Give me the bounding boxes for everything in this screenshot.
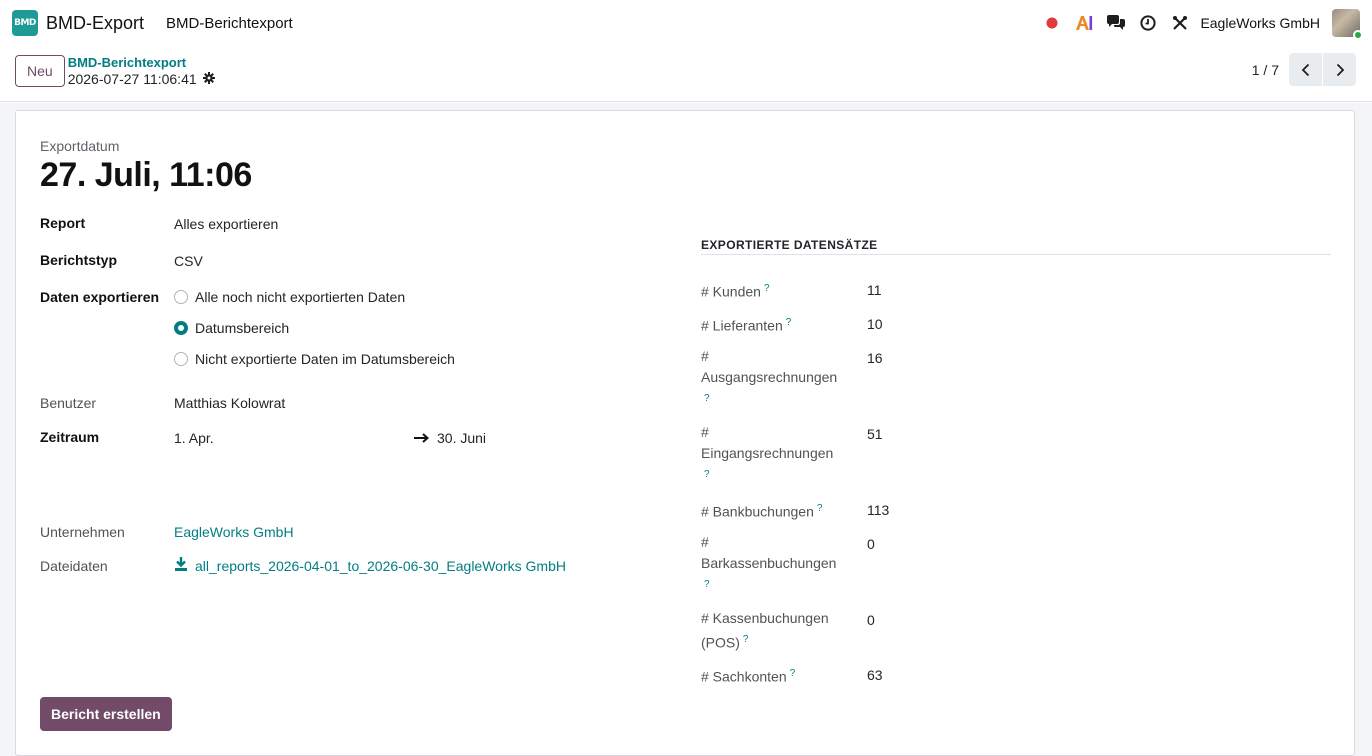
stat-value-ledger-accounts: 63: [867, 667, 883, 683]
ai-icon[interactable]: [1068, 7, 1100, 39]
clock-icon[interactable]: [1132, 7, 1164, 39]
user-label: Benutzer: [40, 395, 97, 411]
help-icon[interactable]: ?: [764, 283, 770, 294]
help-icon[interactable]: ?: [743, 634, 749, 645]
radio-option-label: Alle noch nicht exportierten Daten: [195, 289, 406, 305]
period-to-field[interactable]: 30. Juni: [437, 430, 486, 446]
stat-value-cash-entries: 0: [867, 536, 875, 552]
radio-button[interactable]: [174, 290, 188, 304]
help-icon[interactable]: ?: [790, 668, 796, 679]
radio-option-label: Nicht exportierte Daten im Datumsbereich: [195, 351, 455, 367]
chevron-left-icon: [1301, 63, 1309, 76]
stat-label-pos-entries: # Kassenbuchungen (POS)?: [701, 610, 829, 651]
stat-label-bank-entries: # Bankbuchungen?: [701, 503, 823, 520]
export-mode-label: Daten exportieren: [40, 289, 160, 305]
period-from-field[interactable]: 1. Apr.: [174, 430, 214, 446]
new-button[interactable]: Neu: [15, 55, 65, 87]
user-field[interactable]: Matthias Kolowrat: [174, 395, 285, 411]
section-divider: [701, 254, 1331, 255]
pager-previous-button[interactable]: [1289, 53, 1322, 86]
app-icon[interactable]: BMD: [12, 10, 38, 36]
generate-report-button[interactable]: Bericht erstellen: [40, 697, 172, 731]
pager-value[interactable]: 1 / 7: [1252, 62, 1279, 78]
report-field[interactable]: Alles exportieren: [174, 216, 278, 232]
file-label: Dateidaten: [40, 558, 108, 574]
app-name[interactable]: BMD-Export: [46, 13, 144, 34]
record-dot-icon[interactable]: [1036, 7, 1068, 39]
chat-icon[interactable]: [1100, 7, 1132, 39]
radio-option-unexported-in-range[interactable]: Nicht exportierte Daten im Datumsbereich: [174, 351, 455, 367]
radio-button-checked[interactable]: [174, 321, 188, 335]
stat-label-ledger-accounts: # Sachkonten?: [701, 668, 796, 685]
stat-value-pos-entries: 0: [867, 612, 875, 628]
company-switcher[interactable]: EagleWorks GmbH: [1200, 15, 1320, 31]
export-date-label: Exportdatum: [40, 138, 120, 154]
stat-label-customers: # Kunden?: [701, 283, 770, 300]
breadcrumb-link[interactable]: BMD-Berichtexport: [68, 54, 215, 71]
stats-section-title: EXPORTIERTE DATENSÄTZE: [701, 238, 878, 252]
help-icon[interactable]: ?: [817, 503, 823, 514]
user-avatar[interactable]: [1332, 9, 1363, 40]
report-label: Report: [40, 215, 86, 231]
radio-option-date-range[interactable]: Datumsbereich: [174, 320, 289, 336]
arrow-right-icon: [414, 431, 430, 447]
report-type-label: Berichtstyp: [40, 252, 118, 268]
export-date-value: 27. Juli, 11:06: [40, 156, 252, 194]
company-label: Unternehmen: [40, 524, 125, 540]
online-status-icon: [1353, 30, 1363, 40]
breadcrumb: BMD-Berichtexport 2026-07-27 11:06:41: [68, 54, 215, 88]
menu-item-bmd-berichtexport[interactable]: BMD-Berichtexport: [166, 15, 293, 32]
stat-value-customers: 11: [867, 282, 882, 298]
company-link[interactable]: EagleWorks GmbH: [174, 524, 294, 540]
period-label: Zeitraum: [40, 429, 100, 445]
help-icon[interactable]: ?: [704, 579, 710, 590]
record-name: 2026-07-27 11:06:41: [67, 71, 197, 87]
stat-label-suppliers: # Lieferanten?: [701, 317, 792, 334]
file-download-link[interactable]: all_reports_2026-04-01_to_2026-06-30_Eag…: [195, 558, 566, 574]
stat-value-bank-entries: 113: [867, 502, 890, 518]
help-icon[interactable]: ?: [704, 469, 710, 480]
gear-icon[interactable]: [202, 71, 215, 88]
report-type-field[interactable]: CSV: [174, 253, 203, 269]
help-icon[interactable]: ?: [704, 393, 710, 404]
stat-label-outgoing-invoices: # Ausgangsrechnungen?: [701, 348, 838, 404]
control-panel: Neu BMD-Berichtexport 2026-07-27 11:06:4…: [0, 46, 1372, 102]
form-sheet: Exportdatum 27. Juli, 11:06 Report Alles…: [15, 110, 1355, 756]
stat-value-suppliers: 10: [867, 316, 883, 332]
tools-icon[interactable]: [1164, 7, 1196, 39]
pager: 1 / 7: [1252, 53, 1356, 86]
top-navbar: BMD BMD-Export BMD-Berichtexport EagleWo…: [0, 0, 1372, 46]
chevron-right-icon: [1336, 63, 1344, 76]
stat-label-cash-entries: # Barkassenbuchungen?: [701, 534, 837, 590]
pager-next-button[interactable]: [1323, 53, 1356, 86]
radio-option-label: Datumsbereich: [195, 320, 290, 336]
download-icon[interactable]: [174, 557, 188, 574]
help-icon[interactable]: ?: [786, 317, 792, 328]
stat-value-incoming-invoices: 51: [867, 426, 883, 442]
radio-button[interactable]: [174, 352, 188, 366]
radio-option-all-unexported[interactable]: Alle noch nicht exportierten Daten: [174, 289, 405, 305]
systray: EagleWorks GmbH: [1036, 7, 1363, 40]
stat-label-incoming-invoices: # Eingangsrechnungen?: [701, 424, 834, 480]
stat-value-outgoing-invoices: 16: [867, 350, 883, 366]
